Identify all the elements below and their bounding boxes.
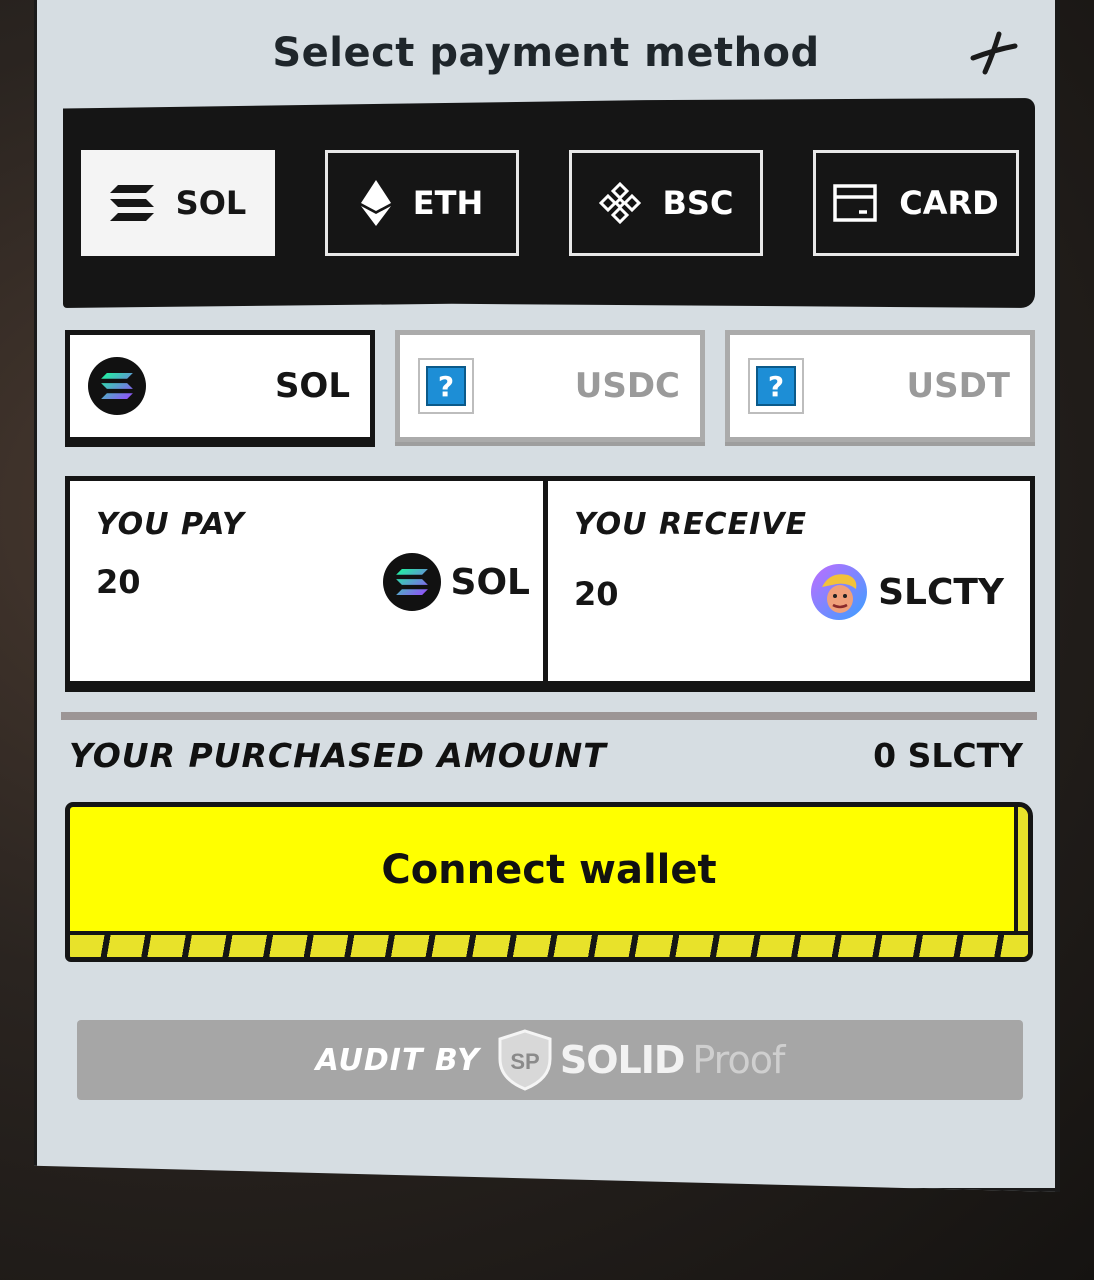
- network-tab-sol[interactable]: SOL: [81, 150, 275, 256]
- pay-currency-label: SOL: [450, 561, 530, 603]
- page-title: Select payment method: [272, 30, 820, 76]
- token-option-usdt[interactable]: ? USDT: [725, 330, 1035, 442]
- bnb-icon: [598, 182, 641, 224]
- network-tabs: SOL ETH BSC CARD: [63, 98, 1035, 308]
- token-label: SOL: [274, 366, 350, 406]
- network-tab-card[interactable]: CARD: [813, 150, 1019, 256]
- receive-currency: SLCTY: [810, 563, 1004, 621]
- token-label: USDC: [574, 366, 680, 406]
- network-tab-label: SOL: [175, 184, 247, 222]
- question-icon: ?: [418, 358, 474, 414]
- purchased-amount-label: YOUR PURCHASED AMOUNT: [69, 736, 607, 775]
- card-icon: [833, 184, 878, 222]
- brand-light: Proof: [692, 1038, 785, 1082]
- receive-currency-label: SLCTY: [878, 571, 1004, 613]
- close-icon: [970, 31, 1018, 75]
- button-stripes: [70, 931, 1028, 957]
- question-icon: ?: [748, 358, 804, 414]
- divider: [61, 712, 1037, 720]
- brand-strong: SOLID: [559, 1038, 686, 1082]
- logo-monogram: SP: [510, 1049, 539, 1074]
- token-label: USDT: [906, 366, 1010, 406]
- solana-coin-icon: [88, 357, 146, 415]
- you-receive-label: YOU RECEIVE: [574, 507, 807, 542]
- close-button[interactable]: [969, 28, 1019, 78]
- you-pay-box: YOU PAY SOL: [65, 476, 549, 686]
- payment-panel: Select payment method SOL ETH BSC CARD S…: [34, 0, 1060, 1192]
- shield-icon: SP: [498, 1029, 552, 1091]
- pay-currency: SOL: [382, 553, 530, 611]
- network-tab-label: BSC: [662, 184, 734, 222]
- network-tab-bsc[interactable]: BSC: [569, 150, 763, 256]
- you-pay-input[interactable]: [96, 563, 296, 601]
- audit-banner[interactable]: AUDIT BY SP SOLID Proof: [77, 1020, 1023, 1100]
- token-option-sol[interactable]: SOL: [65, 330, 375, 442]
- token-option-usdc[interactable]: ? USDC: [395, 330, 705, 442]
- solana-coin-icon: [382, 553, 441, 611]
- you-receive-box: YOU RECEIVE SLCTY: [543, 476, 1035, 686]
- audit-label: AUDIT BY: [315, 1042, 480, 1078]
- network-tab-eth[interactable]: ETH: [325, 150, 519, 256]
- connect-wallet-button[interactable]: Connect wallet: [65, 802, 1033, 962]
- purchased-amount-value: 0 SLCTY: [873, 736, 1023, 775]
- you-pay-label: YOU PAY: [96, 507, 245, 542]
- slcty-coin-icon: [811, 564, 868, 620]
- ethereum-icon: [360, 180, 391, 226]
- solana-icon: [109, 185, 154, 221]
- connect-wallet-label: Connect wallet: [381, 847, 717, 893]
- you-receive-input[interactable]: [574, 575, 774, 613]
- network-tab-label: ETH: [412, 184, 484, 222]
- solidproof-logo: SP SOLID Proof: [498, 1029, 785, 1091]
- network-tab-label: CARD: [899, 184, 999, 222]
